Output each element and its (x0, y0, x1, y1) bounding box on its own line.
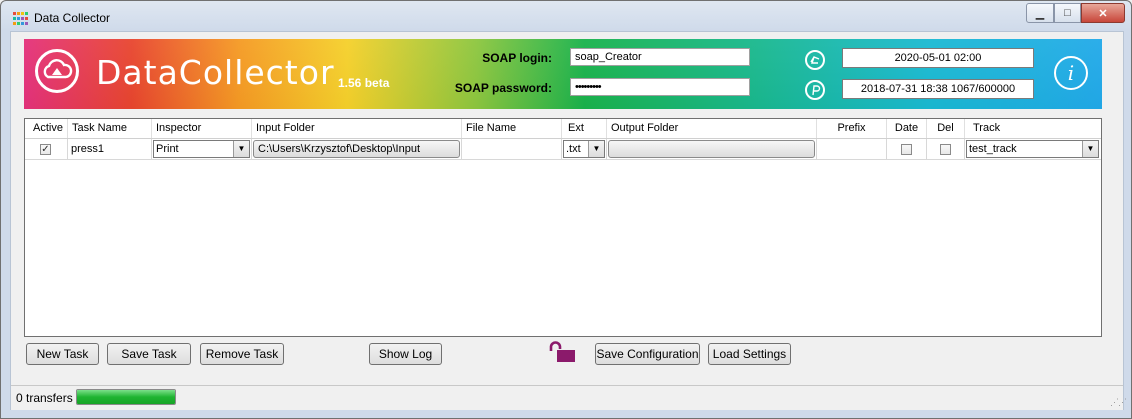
output-folder-button[interactable] (608, 140, 815, 158)
task-name-cell[interactable]: press1 (68, 139, 152, 160)
prefix-cell[interactable] (817, 139, 887, 160)
col-inspector[interactable]: Inspector (152, 119, 252, 138)
date-field-2: 2018-07-31 18:38 1067/600000 (842, 79, 1034, 99)
output-folder-cell (607, 139, 817, 160)
inspector-cell: Print ▼ (152, 139, 252, 160)
progress-fill (77, 390, 175, 404)
del-cell (927, 139, 965, 160)
ext-value: .txt (566, 143, 581, 155)
ext-cell: .txt ▼ (562, 139, 607, 160)
close-button[interactable]: ✕ (1081, 3, 1125, 23)
close-icon: ✕ (1098, 7, 1108, 20)
minimize-button[interactable]: ▁ (1026, 3, 1054, 23)
chevron-down-icon[interactable]: ▼ (1082, 141, 1098, 157)
col-active[interactable]: Active (25, 119, 68, 138)
col-date[interactable]: Date (887, 119, 927, 138)
col-output-folder[interactable]: Output Folder (607, 119, 817, 138)
remove-task-button[interactable]: Remove Task (200, 343, 284, 365)
parking-icon[interactable] (805, 80, 825, 100)
track-value: test_track (969, 143, 1017, 155)
maximize-button[interactable]: □ (1054, 3, 1081, 23)
inspector-value: Print (156, 143, 179, 155)
unlocked-padlock-icon[interactable] (548, 341, 578, 363)
header-banner: DataCollector 1.56 beta SOAP login: soap… (24, 39, 1102, 109)
save-configuration-button[interactable]: Save Configuration (595, 343, 700, 365)
active-cell: ✓ (25, 139, 68, 160)
chevron-down-icon[interactable]: ▼ (588, 141, 604, 157)
status-bar: 0 transfers ⋰⋰ (11, 385, 1127, 410)
input-folder-cell: C:\Users\Krzysztof\Desktop\Input (252, 139, 462, 160)
input-folder-button[interactable]: C:\Users\Krzysztof\Desktop\Input (253, 140, 460, 158)
soap-password-input[interactable]: ••••••••• (570, 78, 750, 96)
col-track[interactable]: Track (965, 119, 1101, 138)
grid-header: Active Task Name Inspector Input Folder … (25, 119, 1101, 139)
col-task-name[interactable]: Task Name (68, 119, 152, 138)
load-settings-button[interactable]: Load Settings (708, 343, 791, 365)
transfer-progress-bar (76, 389, 176, 405)
soap-login-label: SOAP login: (482, 51, 552, 65)
version-label: 1.56 beta (338, 76, 390, 90)
active-checkbox[interactable]: ✓ (40, 144, 51, 155)
ext-combo[interactable]: .txt ▼ (563, 140, 605, 158)
col-input-folder[interactable]: Input Folder (252, 119, 462, 138)
title-bar[interactable]: Data Collector ▁ □ ✕ (1, 1, 1131, 35)
soap-login-input[interactable]: soap_Creator (570, 48, 750, 66)
minimize-icon: ▁ (1035, 7, 1045, 20)
task-grid: Active Task Name Inspector Input Folder … (24, 118, 1102, 337)
date-field-1: 2020-05-01 02:00 (842, 48, 1034, 68)
file-name-cell[interactable] (462, 139, 562, 160)
col-ext[interactable]: Ext (562, 119, 607, 138)
maximize-icon: □ (1064, 7, 1071, 19)
window-controls: ▁ □ ✕ (1026, 3, 1125, 25)
date-cell (887, 139, 927, 160)
soap-password-label: SOAP password: (454, 81, 552, 95)
track-combo[interactable]: test_track ▼ (966, 140, 1099, 158)
save-task-button[interactable]: Save Task (107, 343, 191, 365)
table-row[interactable]: ✓ press1 Print ▼ C:\Users\Krzysztof\Desk… (25, 139, 1101, 160)
inspector-combo[interactable]: Print ▼ (153, 140, 250, 158)
main-window: Data Collector ▁ □ ✕ DataCollector 1.56 … (0, 0, 1132, 419)
client-area: DataCollector 1.56 beta SOAP login: soap… (10, 31, 1127, 410)
chevron-down-icon[interactable]: ▼ (233, 141, 249, 157)
col-del[interactable]: Del (927, 119, 965, 138)
resize-grip-icon[interactable]: ⋰⋰ (1110, 397, 1127, 407)
track-cell: test_track ▼ (965, 139, 1101, 160)
sync-icon[interactable] (805, 50, 825, 70)
col-prefix[interactable]: Prefix (817, 119, 887, 138)
show-log-button[interactable]: Show Log (369, 343, 442, 365)
date-checkbox[interactable] (901, 144, 912, 155)
cloud-upload-icon (35, 49, 79, 93)
app-logo-text: DataCollector (96, 53, 335, 92)
del-checkbox[interactable] (940, 144, 951, 155)
info-icon[interactable]: i (1054, 56, 1088, 90)
col-file-name[interactable]: File Name (462, 119, 562, 138)
transfers-status: 0 transfers (16, 391, 73, 405)
app-icon (13, 12, 28, 26)
new-task-button[interactable]: New Task (26, 343, 99, 365)
window-title: Data Collector (34, 11, 111, 25)
